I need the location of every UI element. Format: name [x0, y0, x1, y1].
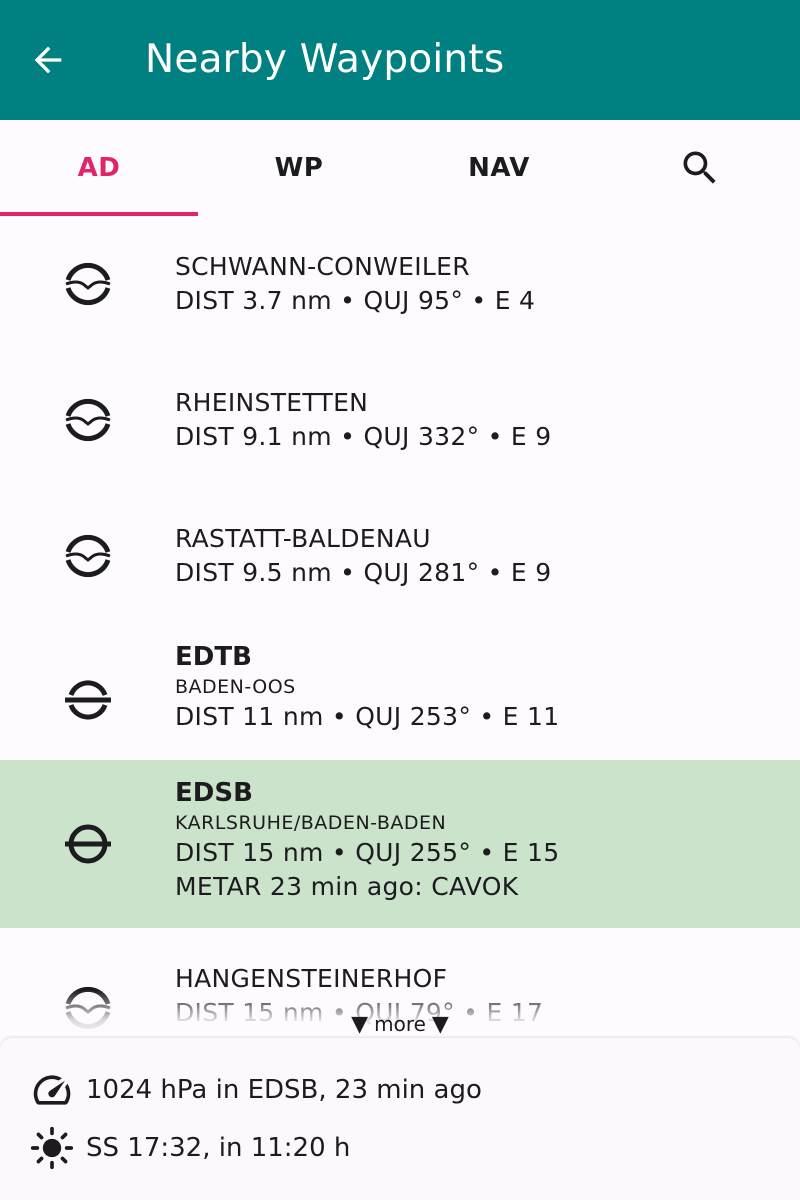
waypoint-name: KARLSRUHE/BADEN-BADEN: [175, 812, 447, 834]
tab-ad[interactable]: AD: [0, 120, 198, 216]
more-label: more: [374, 1012, 426, 1036]
airfield-glider-icon: [62, 258, 114, 310]
list-item[interactable]: EDTB BADEN-OOS DIST 11 nm • QUJ 253° • E…: [0, 624, 800, 760]
arrow-back-icon: [34, 46, 62, 74]
pressure-row: 1024 hPa in EDSB, 23 min ago: [30, 1068, 482, 1112]
waypoint-info: DIST 9.5 nm • QUJ 281° • E 9: [175, 558, 552, 587]
gauge-icon: [30, 1068, 74, 1112]
waypoint-name: BADEN-OOS: [175, 676, 296, 698]
waypoint-name: SCHWANN-CONWEILER: [175, 252, 470, 281]
sun-icon: [30, 1126, 74, 1170]
triangle-down-icon: ▼: [351, 1011, 369, 1037]
info-panel: 1024 hPa in EDSB, 23 min ago SS 17:32, i…: [0, 1038, 800, 1200]
waypoint-metar: METAR 23 min ago: CAVOK: [175, 872, 519, 901]
airfield-civil-icon: [62, 674, 114, 726]
airport-icon: [62, 818, 114, 870]
waypoint-info: DIST 9.1 nm • QUJ 332° • E 9: [175, 422, 552, 451]
search-icon: [683, 151, 716, 184]
airfield-glider-icon: [62, 394, 114, 446]
waypoint-name: RHEINSTETTEN: [175, 388, 369, 417]
more-button[interactable]: ▼ more ▼: [0, 1008, 800, 1040]
list-item[interactable]: SCHWANN-CONWEILER DIST 3.7 nm • QUJ 95° …: [0, 216, 800, 352]
search-button[interactable]: [660, 120, 740, 216]
app-bar: Nearby Waypoints: [0, 0, 800, 120]
waypoint-code: EDSB: [175, 778, 253, 808]
tab-nav[interactable]: NAV: [400, 120, 598, 216]
triangle-down-icon: ▼: [431, 1011, 449, 1037]
waypoint-list[interactable]: SCHWANN-CONWEILER DIST 3.7 nm • QUJ 95° …: [0, 216, 800, 1036]
waypoint-name: RASTATT-BALDENAU: [175, 524, 431, 553]
sunset-text: SS 17:32, in 11:20 h: [86, 1133, 351, 1163]
list-item-selected[interactable]: EDSB KARLSRUHE/BADEN-BADEN DIST 15 nm • …: [0, 760, 800, 928]
waypoint-info: DIST 3.7 nm • QUJ 95° • E 4: [175, 286, 536, 315]
page-title: Nearby Waypoints: [145, 37, 505, 82]
waypoint-info: DIST 11 nm • QUJ 253° • E 11: [175, 702, 560, 731]
waypoint-name: HANGENSTEINERHOF: [175, 964, 448, 993]
waypoint-code: EDTB: [175, 642, 252, 672]
pressure-text: 1024 hPa in EDSB, 23 min ago: [86, 1075, 482, 1105]
list-item[interactable]: RASTATT-BALDENAU DIST 9.5 nm • QUJ 281° …: [0, 488, 800, 624]
airfield-glider-icon: [62, 530, 114, 582]
tab-bar: AD WP NAV: [0, 120, 800, 216]
tab-wp[interactable]: WP: [200, 120, 398, 216]
sunset-row: SS 17:32, in 11:20 h: [30, 1126, 350, 1170]
back-button[interactable]: [20, 36, 76, 84]
waypoint-info: DIST 15 nm • QUJ 255° • E 15: [175, 838, 560, 867]
list-item[interactable]: RHEINSTETTEN DIST 9.1 nm • QUJ 332° • E …: [0, 352, 800, 488]
